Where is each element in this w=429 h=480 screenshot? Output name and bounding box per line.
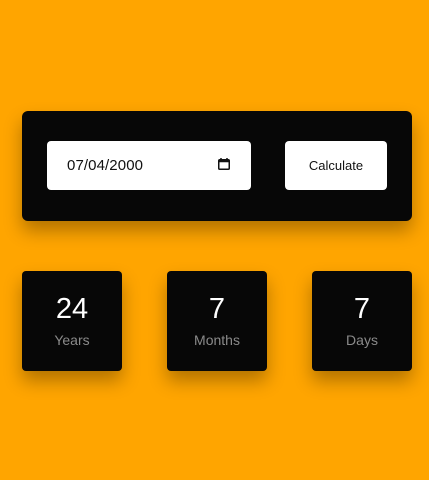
days-value: 7 bbox=[353, 293, 371, 325]
years-label: Years bbox=[54, 332, 90, 348]
days-label: Days bbox=[346, 332, 378, 348]
months-result-card: 7 Months bbox=[167, 271, 267, 371]
days-result-card: 7 Days bbox=[312, 271, 412, 371]
date-input-panel: 07/04/2000 Calculate bbox=[22, 111, 412, 221]
months-label: Months bbox=[194, 332, 240, 348]
years-value: 24 bbox=[55, 293, 89, 325]
years-result-card: 24 Years bbox=[22, 271, 122, 371]
calculate-button[interactable]: Calculate bbox=[285, 141, 387, 190]
birthdate-date-input[interactable]: 07/04/2000 bbox=[47, 141, 251, 190]
date-input-value: 07/04/2000 bbox=[67, 157, 144, 174]
calendar-icon[interactable] bbox=[218, 158, 230, 170]
months-value: 7 bbox=[208, 293, 226, 325]
